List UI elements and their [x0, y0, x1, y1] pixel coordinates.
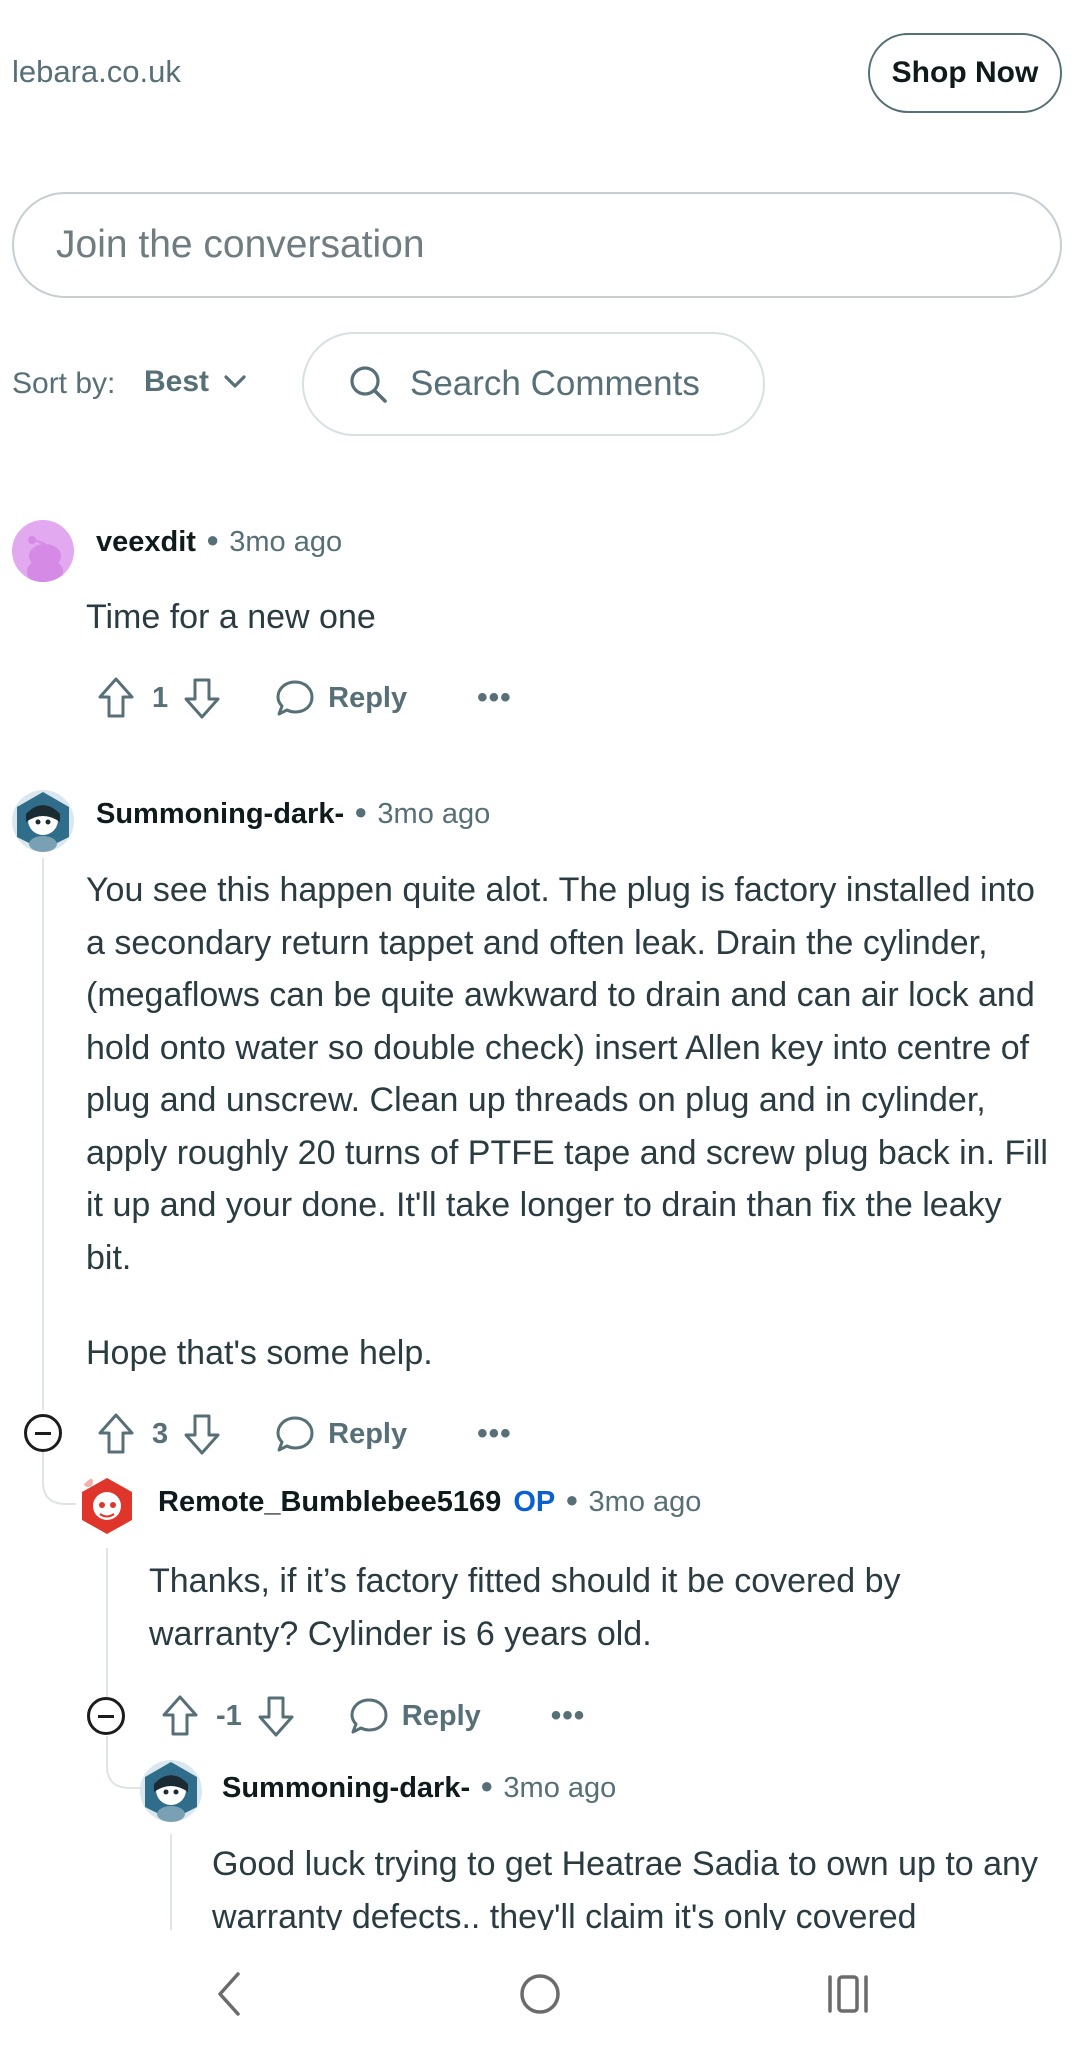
reply-button[interactable]: Reply — [274, 678, 407, 718]
snoo-avatar-icon — [82, 1477, 132, 1534]
comment-time: 3mo ago — [503, 1772, 617, 1804]
snoo-avatar-icon — [27, 536, 63, 582]
system-nav-bar — [0, 1940, 1080, 2047]
comment-body-clip: Good luck trying to get Heatrae Sadia to… — [212, 1838, 1072, 1930]
vote-count: 1 — [152, 681, 169, 714]
comment-time: 3mo ago — [588, 1486, 702, 1518]
comment-actions: 1 Reply ••• — [96, 676, 512, 720]
avatar[interactable] — [76, 1474, 138, 1536]
sort-label: Sort by: — [12, 367, 116, 400]
back-icon[interactable] — [212, 1970, 246, 2018]
meta-separator: ● — [354, 798, 368, 824]
thread-line[interactable] — [170, 1834, 172, 1930]
comment-bubble-icon — [276, 1416, 314, 1452]
comment-author[interactable]: Remote_Bumblebee5169 — [158, 1486, 501, 1519]
join-placeholder: Join the conversation — [56, 223, 425, 266]
comment-body: Thanks, if it’s factory fitted should it… — [149, 1562, 901, 1653]
search-icon — [350, 366, 387, 403]
upvote-icon[interactable] — [96, 1412, 136, 1456]
reply-label: Reply — [401, 1699, 481, 1732]
comment-bubble-icon — [276, 680, 314, 716]
thread-line[interactable] — [106, 1548, 108, 1698]
comment-time: 3mo ago — [377, 798, 491, 830]
chevron-down-icon — [224, 375, 246, 388]
more-icon[interactable]: ••• — [477, 1417, 512, 1451]
more-icon[interactable]: ••• — [477, 681, 512, 715]
reply-button[interactable]: Reply — [348, 1696, 481, 1736]
avatar[interactable] — [12, 520, 74, 582]
comment-bubble-icon — [350, 1698, 388, 1734]
recents-icon[interactable] — [826, 1973, 870, 2015]
collapse-icon[interactable] — [87, 1697, 125, 1735]
meta-separator: ● — [565, 1486, 579, 1512]
comment-body-paragraph: Hope that's some help. — [86, 1334, 433, 1372]
meta-separator: ● — [205, 526, 220, 552]
join-conversation-input[interactable]: Join the conversation — [12, 192, 1062, 298]
ad-domain[interactable]: lebara.co.uk — [12, 54, 181, 90]
downvote-icon[interactable] — [182, 676, 222, 720]
search-comments-label: Search Comments — [410, 364, 700, 403]
meta-separator: ● — [480, 1772, 494, 1798]
search-comments-button[interactable]: Search Comments — [302, 332, 765, 436]
home-icon[interactable] — [518, 1972, 562, 2016]
upvote-icon[interactable] — [96, 676, 136, 720]
comment-author[interactable]: veexdit — [96, 526, 196, 559]
reply-label: Reply — [328, 1417, 408, 1450]
downvote-icon[interactable] — [256, 1694, 296, 1738]
avatar[interactable] — [12, 790, 74, 852]
op-badge: OP — [513, 1486, 556, 1518]
snoo-avatar-icon — [17, 792, 69, 852]
sort-value: Best — [144, 365, 210, 398]
comment-actions: 3 Reply ••• — [96, 1412, 512, 1456]
comment-body: Time for a new one — [86, 598, 376, 636]
collapse-icon[interactable] — [24, 1414, 62, 1452]
comment-body: You see this happen quite alot. The plug… — [86, 871, 1048, 1277]
downvote-icon[interactable] — [182, 1412, 222, 1456]
reply-button[interactable]: Reply — [274, 1414, 407, 1454]
comment-author[interactable]: Summoning-dark- — [96, 798, 344, 831]
comment-body: Good luck trying to get Heatrae Sadia to… — [212, 1845, 1038, 1930]
comment-author[interactable]: Summoning-dark- — [222, 1772, 470, 1805]
vote-count: 3 — [152, 1417, 169, 1450]
shop-now-button[interactable]: Shop Now — [868, 33, 1062, 113]
vote-count: -1 — [216, 1699, 242, 1732]
snoo-avatar-icon — [145, 1762, 197, 1822]
thread-line[interactable] — [42, 858, 44, 1410]
upvote-icon[interactable] — [160, 1694, 200, 1738]
comment-time: 3mo ago — [229, 526, 343, 558]
more-icon[interactable]: ••• — [551, 1699, 586, 1733]
comment-actions: -1 Reply ••• — [160, 1694, 585, 1738]
reply-label: Reply — [328, 681, 408, 714]
avatar[interactable] — [140, 1760, 202, 1822]
sort-dropdown[interactable]: Best — [144, 365, 247, 399]
